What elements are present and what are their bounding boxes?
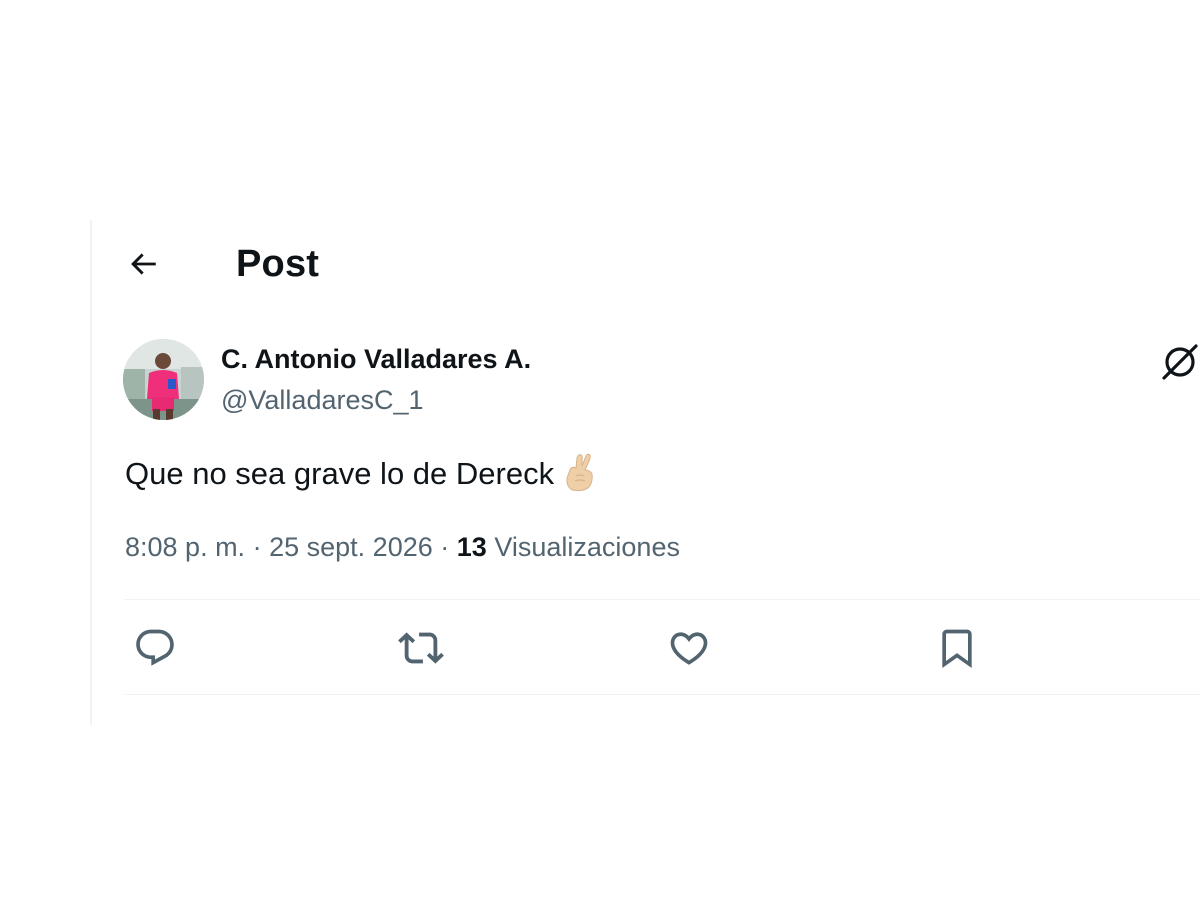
column-border	[90, 220, 92, 725]
page-title: Post	[236, 243, 320, 285]
tweet-date[interactable]: 25 sept. 2026	[269, 532, 433, 562]
crossed-fingers-emoji-icon	[562, 452, 598, 492]
divider-bottom	[125, 694, 1200, 695]
avatar-image	[123, 339, 204, 420]
reply-icon	[136, 629, 174, 666]
views-count: 13	[456, 532, 487, 562]
avatar[interactable]	[123, 339, 204, 420]
tweet-text-content: Que no sea grave lo de Dereck	[125, 456, 555, 491]
author-display-name[interactable]: C. Antonio Valladares A.	[221, 340, 531, 378]
author-handle[interactable]: @ValladaresC_1	[221, 381, 424, 419]
repost-button[interactable]	[395, 622, 447, 674]
like-icon	[670, 632, 708, 665]
reply-button[interactable]	[129, 622, 181, 674]
tweet-text: Que no sea grave lo de Dereck	[125, 452, 598, 495]
bookmark-button[interactable]	[931, 622, 983, 674]
meta-separator: ·	[440, 532, 450, 562]
grok-icon[interactable]	[1160, 342, 1200, 382]
repost-icon	[398, 632, 444, 664]
post-header: Post	[123, 236, 319, 292]
post-page: Post C. Antonio Valladares A. @Valladare…	[0, 0, 1200, 900]
tweet-time[interactable]: 8:08 p. m.	[125, 532, 245, 562]
divider-top	[125, 599, 1200, 600]
views-label[interactable]: Visualizaciones	[494, 532, 680, 562]
bookmark-icon	[942, 629, 972, 669]
back-button[interactable]	[123, 244, 163, 284]
tweet-meta: 8:08 p. m. · 25 sept. 2026 · 13 Visualiz…	[125, 528, 680, 566]
action-bar	[125, 622, 1200, 674]
arrow-left-icon	[131, 253, 156, 275]
meta-separator: ·	[252, 532, 262, 562]
like-button[interactable]	[663, 622, 715, 674]
